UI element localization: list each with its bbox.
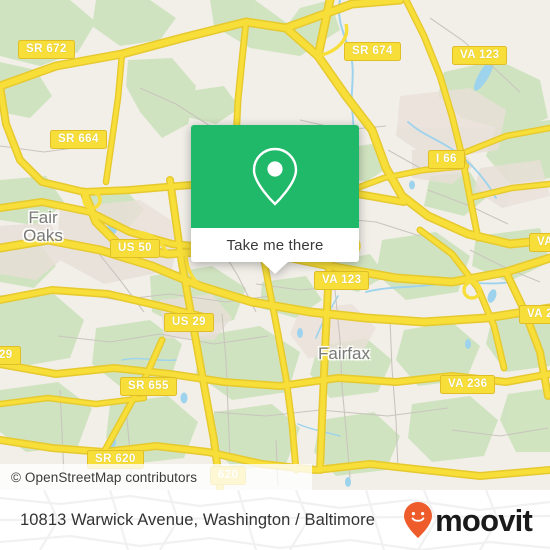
destination-popup[interactable]: Take me there [191,125,359,274]
take-me-there-label: Take me there [226,236,324,254]
road-shield-sr-655[interactable]: SR 655 [120,377,177,396]
moovit-smiley-pin-icon [404,502,433,538]
popup-action-bar[interactable]: Take me there [191,228,359,262]
road-shield-i-66[interactable]: I 66 [428,150,465,169]
road-shield-sr-674[interactable]: SR 674 [344,42,401,61]
road-shield-29-edge[interactable]: 29 [0,346,21,365]
road-shield-va-right-lower[interactable]: VA 2 [519,305,550,324]
moovit-wordmark: moovit [435,502,533,538]
address-label: 10813 Warwick Avenue, Washington / Balti… [20,510,376,529]
road-shield-us-50[interactable]: US 50 [110,239,160,258]
road-shield-us-29[interactable]: US 29 [164,313,214,332]
popup-header [191,125,359,228]
osm-attribution[interactable]: © OpenStreetMap contributors [0,464,312,490]
road-shield-sr-672[interactable]: SR 672 [18,40,75,59]
road-shield-va-123-south[interactable]: VA 123 [314,271,370,290]
road-shield-va-123-north[interactable]: VA 123 [452,46,508,65]
footer-bar: 10813 Warwick Avenue, Washington / Balti… [0,490,550,550]
map-canvas[interactable]: Fair Oaks Fairfax SR 672 SR 674 VA 123 S… [0,0,550,490]
road-shield-va-right-upper[interactable]: VA [529,233,550,252]
map-pin-icon [252,147,298,206]
moovit-map-screenshot: Fair Oaks Fairfax SR 672 SR 674 VA 123 S… [0,0,550,550]
osm-attribution-text: © OpenStreetMap contributors [11,469,198,485]
moovit-logo[interactable]: moovit [403,501,533,539]
road-shield-va-236[interactable]: VA 236 [440,375,496,394]
road-shield-sr-664[interactable]: SR 664 [50,130,107,149]
popup-tail-pointer [262,262,288,274]
